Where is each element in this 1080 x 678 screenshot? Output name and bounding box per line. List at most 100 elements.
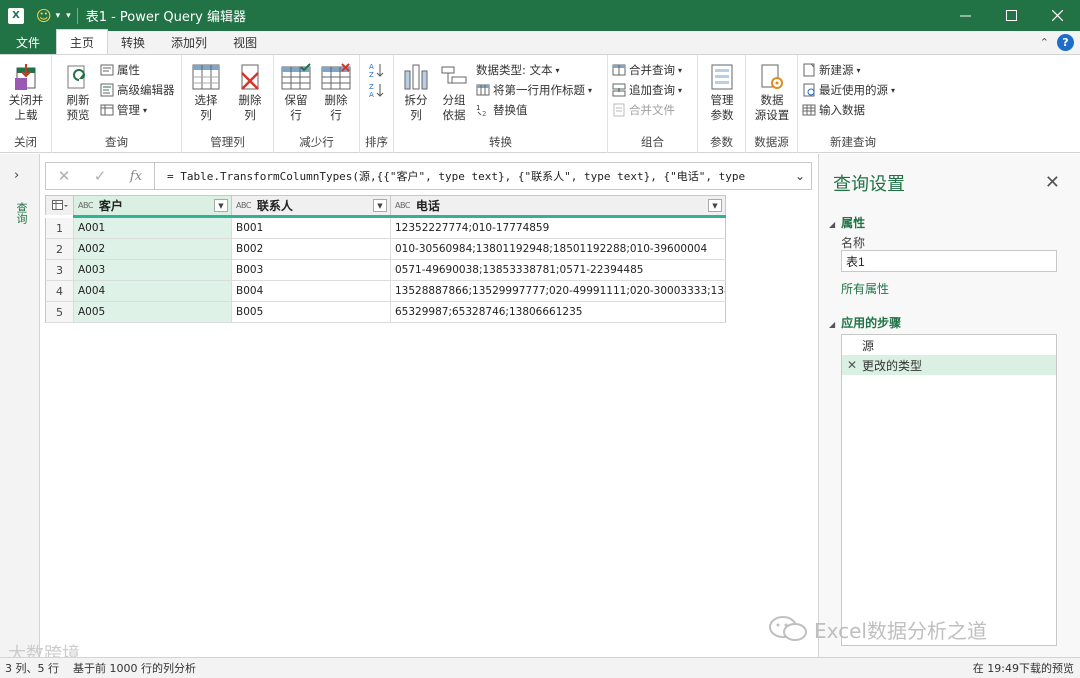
sort-descending-button[interactable]: ZA [368, 81, 384, 99]
cell-customer[interactable]: A001 [74, 218, 232, 238]
tab-view[interactable]: 视图 [220, 30, 270, 54]
row-number[interactable]: 5 [46, 302, 74, 322]
close-icon [1051, 10, 1063, 21]
combine-files-button[interactable]: 合并文件 [612, 101, 675, 119]
cell-phone[interactable]: 010-30560984;13801192948;18501192288;010… [391, 239, 726, 259]
new-source-button[interactable]: 新建源 ▾ [802, 61, 861, 79]
keep-rows-button[interactable]: 保留 行 [274, 61, 318, 123]
cell-contact[interactable]: B004 [232, 281, 391, 301]
cell-contact[interactable]: B005 [232, 302, 391, 322]
filter-dropdown-icon[interactable]: ▼ [214, 199, 228, 212]
row-column-count: 3 列、5 行 [5, 662, 59, 675]
refresh-preview-label: 刷新 预览 [66, 93, 90, 122]
formula-text[interactable]: = Table.TransformColumnTypes(源,{{"客户", t… [155, 168, 789, 184]
column-header-contact[interactable]: ABC 联系人 ▼ [232, 196, 391, 215]
manage-query-button[interactable]: 管理 ▾ [100, 101, 147, 119]
group-manage-columns: 选择 列 删除 列 管理列 [182, 55, 274, 153]
replace-values-button[interactable]: 12 替换值 [476, 101, 528, 119]
tab-home[interactable]: 主页 [56, 29, 109, 54]
cell-customer[interactable]: A003 [74, 260, 232, 280]
new-source-dropdown-icon: ▾ [856, 65, 861, 75]
minimize-button[interactable] [942, 0, 988, 31]
table-menu-icon[interactable] [46, 196, 74, 215]
row-number[interactable]: 2 [46, 239, 74, 259]
all-properties-link[interactable]: 所有属性 [841, 280, 889, 297]
row-number[interactable]: 1 [46, 218, 74, 238]
text-type-icon[interactable]: ABC [236, 201, 251, 210]
row-number[interactable]: 3 [46, 260, 74, 280]
cell-phone[interactable]: 12352227774;010-17774859 [391, 218, 726, 238]
column-profiling-status[interactable]: 基于前 1000 行的列分析 [73, 660, 196, 676]
cell-contact[interactable]: B002 [232, 239, 391, 259]
collapse-ribbon-icon[interactable]: ⌃ [1040, 36, 1049, 49]
cell-contact[interactable]: B003 [232, 260, 391, 280]
cancel-formula-icon[interactable]: ✕ [46, 163, 82, 189]
properties-button[interactable]: 属性 [100, 61, 140, 79]
svg-text:1: 1 [476, 104, 480, 112]
group-label-new-query: 新建查询 [830, 135, 876, 149]
expand-queries-icon[interactable]: › [14, 168, 19, 183]
svg-text:Z: Z [369, 83, 374, 91]
column-header-customer[interactable]: ABC 客户 ▼ [74, 196, 232, 215]
enter-data-button[interactable]: 输入数据 [802, 101, 865, 119]
close-and-load-button[interactable]: 关闭并 上载 [4, 61, 48, 123]
refresh-preview-button[interactable]: 刷新 预览 [56, 61, 100, 123]
step-item[interactable]: ✕ 更改的类型 [842, 355, 1056, 375]
append-queries-button[interactable]: 追加查询 ▾ [612, 81, 682, 99]
properties-label: 属性 [117, 63, 140, 77]
collapse-triangle-icon[interactable]: ◢ [829, 220, 835, 229]
cell-customer[interactable]: A002 [74, 239, 232, 259]
feedback-dropdown-icon[interactable]: ▾ [56, 11, 61, 21]
commit-formula-icon[interactable]: ✓ [82, 163, 118, 189]
smiley-feedback-icon[interactable]: ☺ [36, 7, 52, 25]
merge-queries-button[interactable]: 合并查询 ▾ [612, 61, 682, 79]
group-combine: 合并查询 ▾ 追加查询 ▾ 合并文件 组合 [608, 55, 698, 153]
collapse-triangle-icon[interactable]: ◢ [829, 320, 835, 329]
maximize-icon [1005, 10, 1017, 21]
sort-ascending-button[interactable]: AZ [368, 61, 384, 79]
group-label-close: 关闭 [14, 135, 37, 149]
data-type-dropdown[interactable]: 数据类型: 文本 ▾ [476, 61, 560, 79]
cell-customer[interactable]: A005 [74, 302, 232, 322]
recent-sources-button[interactable]: 最近使用的源 ▾ [802, 81, 895, 99]
cell-phone[interactable]: 13528887866;13529997777;020-49991111;020… [391, 281, 726, 301]
properties-section-header[interactable]: ◢ 属性 [829, 214, 865, 231]
manage-parameters-button[interactable]: 管理 参数 [700, 61, 744, 123]
group-label-query: 查询 [105, 135, 128, 149]
first-row-dropdown-icon: ▾ [588, 85, 593, 95]
fx-icon[interactable]: fx [118, 163, 154, 189]
new-source-label: 新建源 [819, 63, 854, 77]
delete-step-icon[interactable]: ✕ [847, 358, 857, 372]
tab-add-column[interactable]: 添加列 [158, 30, 220, 54]
filter-dropdown-icon[interactable]: ▼ [373, 199, 387, 212]
quick-access-customize-icon[interactable]: ▾ [66, 11, 71, 21]
queries-pane-label[interactable]: 查询 [13, 202, 29, 224]
maximize-button[interactable] [988, 0, 1034, 31]
advanced-editor-button[interactable]: 高级编辑器 [100, 81, 175, 99]
query-name-input[interactable] [841, 250, 1057, 272]
cell-customer[interactable]: A004 [74, 281, 232, 301]
use-first-row-as-headers-button[interactable]: 将第一行用作标题 ▾ [476, 81, 592, 99]
choose-columns-button[interactable]: 选择 列 [184, 61, 228, 123]
data-source-settings-button[interactable]: 数据 源设置 [750, 61, 794, 123]
text-type-icon[interactable]: ABC [395, 201, 410, 210]
close-pane-icon[interactable]: ✕ [1045, 172, 1060, 193]
cell-phone[interactable]: 0571-49690038;13853338781;0571-22394485 [391, 260, 726, 280]
cell-phone[interactable]: 65329987;65328746;13806661235 [391, 302, 726, 322]
tab-transform[interactable]: 转换 [108, 30, 158, 54]
filter-dropdown-icon[interactable]: ▼ [708, 199, 722, 212]
expand-formula-icon[interactable]: ⌄ [789, 169, 811, 183]
applied-steps-section-header[interactable]: ◢ 应用的步骤 [829, 314, 901, 331]
close-button[interactable] [1034, 0, 1080, 31]
cell-contact[interactable]: B001 [232, 218, 391, 238]
group-by-button[interactable]: 分组 依据 [432, 61, 476, 123]
text-type-icon[interactable]: ABC [78, 201, 93, 210]
row-number[interactable]: 4 [46, 281, 74, 301]
step-item[interactable]: 源 [842, 335, 1056, 355]
remove-columns-button[interactable]: 删除 列 [228, 61, 272, 123]
column-header-phone[interactable]: ABC 电话 ▼ [391, 196, 725, 215]
merge-queries-label: 合并查询 [629, 63, 675, 77]
remove-rows-button[interactable]: 删除 行 [314, 61, 358, 123]
help-icon[interactable]: ? [1057, 34, 1074, 51]
tab-file[interactable]: 文件 [0, 30, 57, 54]
